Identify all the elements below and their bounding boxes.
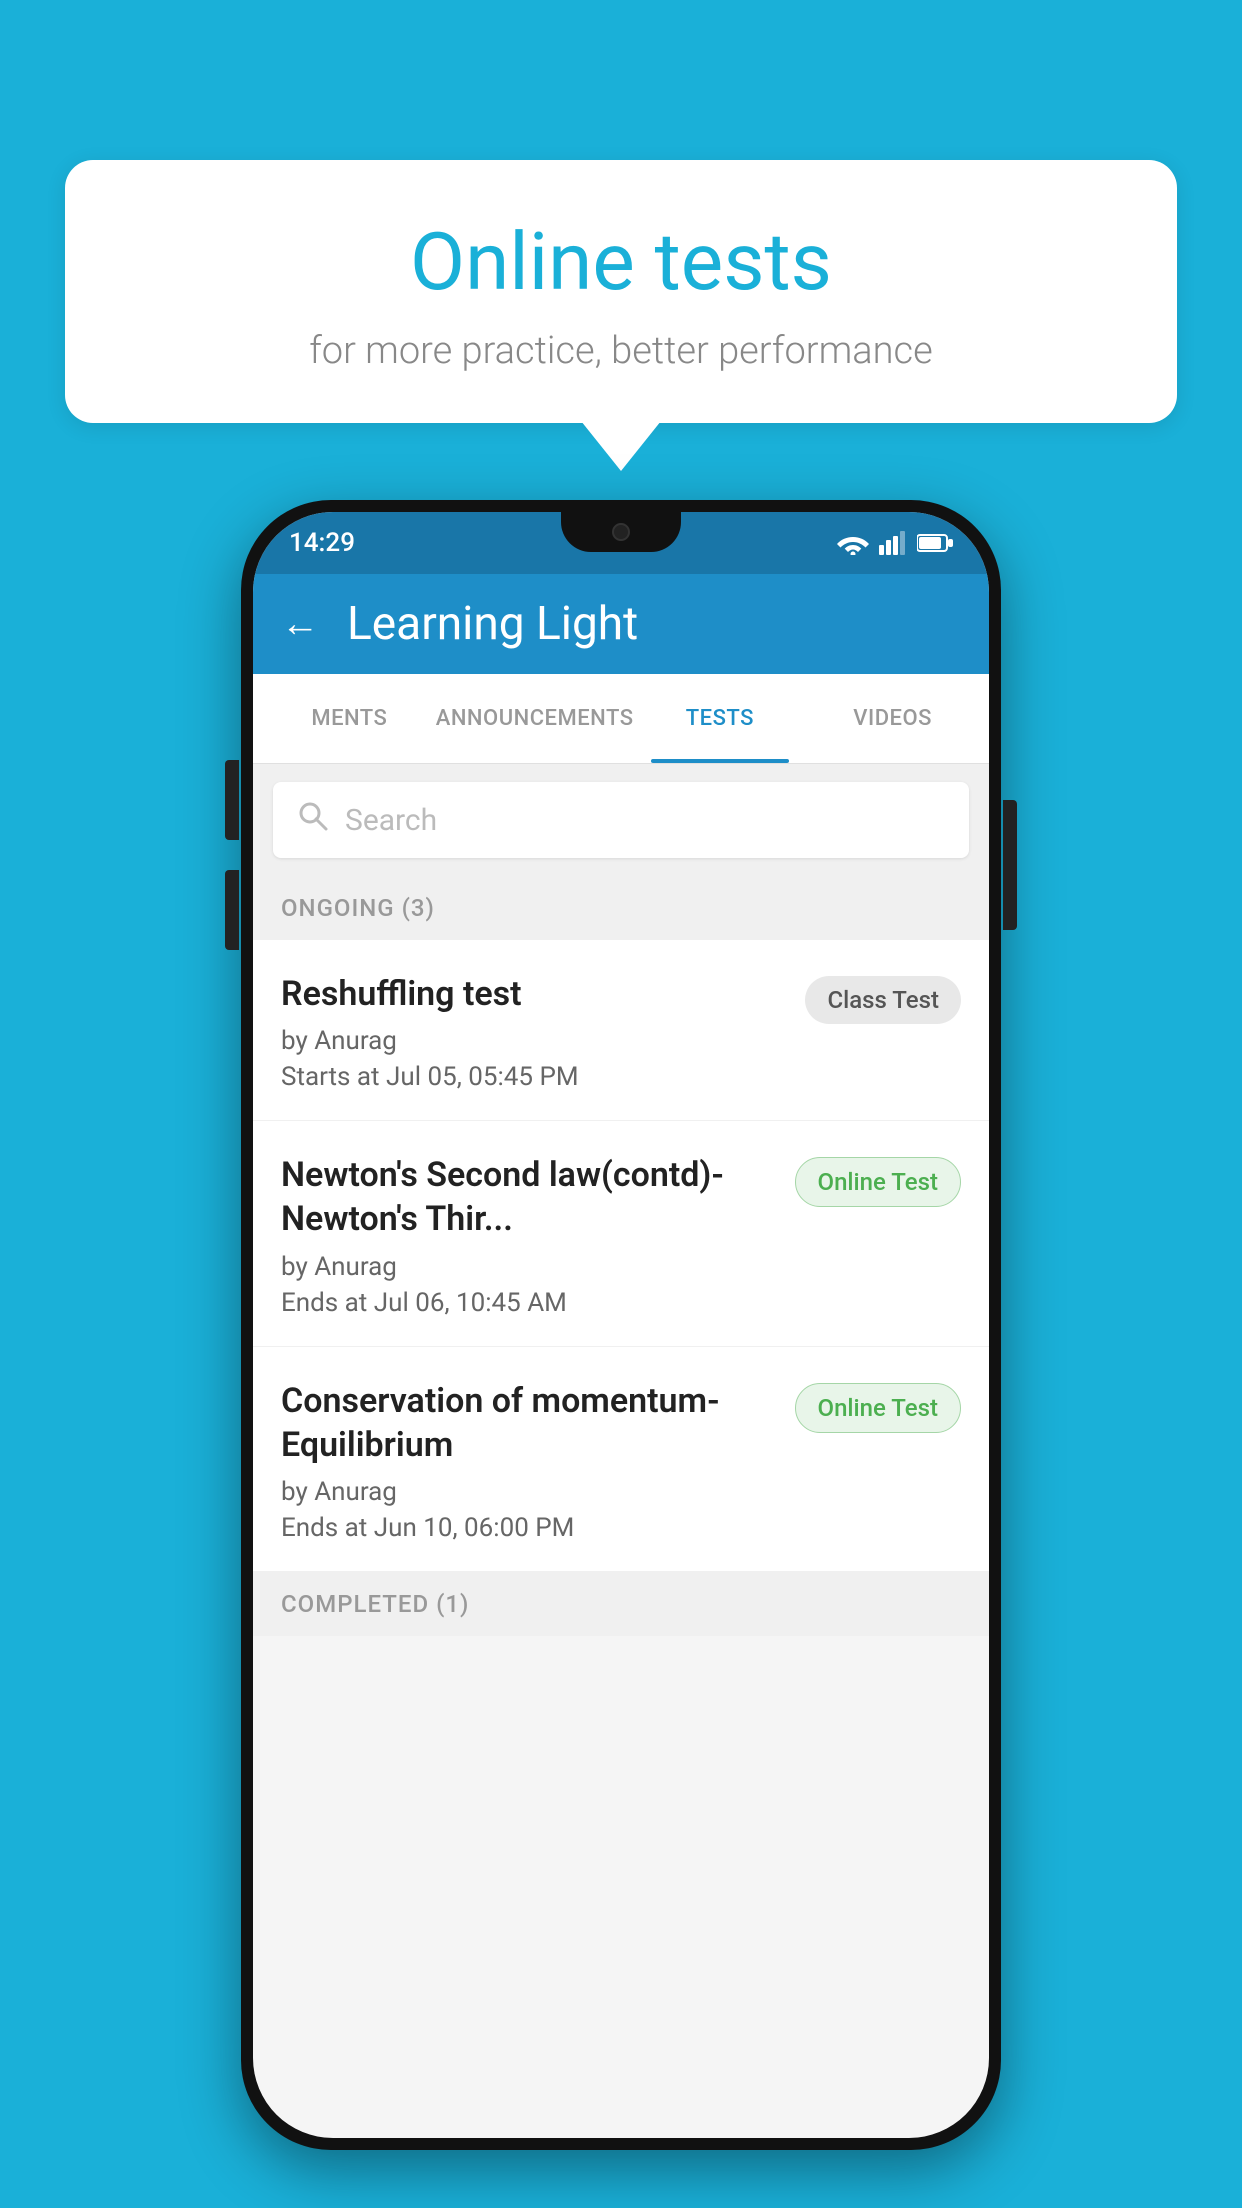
test-time-1: Starts at Jul 05, 05:45 PM <box>281 1062 789 1092</box>
back-button[interactable]: ← <box>281 602 319 646</box>
test-item-2[interactable]: Newton's Second law(contd)-Newton's Thir… <box>253 1121 989 1346</box>
test-info-3: Conservation of momentum-Equilibrium by … <box>281 1379 779 1543</box>
test-list: Reshuffling test by Anurag Starts at Jul… <box>253 940 989 1572</box>
phone-frame: 14:29 <box>241 500 1001 2150</box>
test-name-3: Conservation of momentum-Equilibrium <box>281 1379 779 1467</box>
battery-icon <box>917 533 953 553</box>
search-container: Search <box>253 764 989 876</box>
promo-bubble: Online tests for more practice, better p… <box>65 160 1177 423</box>
test-item-3[interactable]: Conservation of momentum-Equilibrium by … <box>253 1347 989 1572</box>
test-name-1: Reshuffling test <box>281 972 789 1016</box>
volume-down-button[interactable] <box>225 870 239 950</box>
test-time-2: Ends at Jul 06, 10:45 AM <box>281 1288 779 1318</box>
status-icons <box>837 531 953 555</box>
search-icon <box>297 800 329 840</box>
tab-announcements[interactable]: ANNOUNCEMENTS <box>436 674 634 763</box>
camera <box>612 523 630 541</box>
status-time: 14:29 <box>289 528 355 558</box>
signal-icon <box>879 531 907 555</box>
test-badge-3: Online Test <box>795 1383 961 1433</box>
notch <box>561 512 681 552</box>
test-info-2: Newton's Second law(contd)-Newton's Thir… <box>281 1153 779 1317</box>
power-button[interactable] <box>1003 800 1017 930</box>
tab-tests[interactable]: TESTS <box>634 674 807 763</box>
test-time-3: Ends at Jun 10, 06:00 PM <box>281 1513 779 1543</box>
tab-videos[interactable]: VIDEOS <box>806 674 979 763</box>
test-badge-1: Class Test <box>805 976 961 1024</box>
search-box[interactable]: Search <box>273 782 969 858</box>
bubble-subtitle: for more practice, better performance <box>125 329 1117 373</box>
app-title: Learning Light <box>347 597 638 651</box>
test-info-1: Reshuffling test by Anurag Starts at Jul… <box>281 972 789 1092</box>
tabs-bar: MENTS ANNOUNCEMENTS TESTS VIDEOS <box>253 674 989 764</box>
wifi-icon <box>837 531 869 555</box>
bubble-title: Online tests <box>125 215 1117 309</box>
test-by-1: by Anurag <box>281 1026 789 1056</box>
completed-label: COMPLETED (1) <box>281 1590 469 1618</box>
app-bar: ← Learning Light <box>253 574 989 674</box>
completed-section-header: COMPLETED (1) <box>253 1572 989 1636</box>
ongoing-label: ONGOING (3) <box>281 894 435 922</box>
test-badge-2: Online Test <box>795 1157 961 1207</box>
ongoing-section-header: ONGOING (3) <box>253 876 989 940</box>
test-by-2: by Anurag <box>281 1252 779 1282</box>
phone-screen: 14:29 <box>253 512 989 2138</box>
status-bar: 14:29 <box>253 512 989 574</box>
volume-up-button[interactable] <box>225 760 239 840</box>
test-name-2: Newton's Second law(contd)-Newton's Thir… <box>281 1153 779 1241</box>
search-placeholder: Search <box>345 803 437 838</box>
test-item-1[interactable]: Reshuffling test by Anurag Starts at Jul… <box>253 940 989 1121</box>
test-by-3: by Anurag <box>281 1477 779 1507</box>
tab-ments[interactable]: MENTS <box>263 674 436 763</box>
